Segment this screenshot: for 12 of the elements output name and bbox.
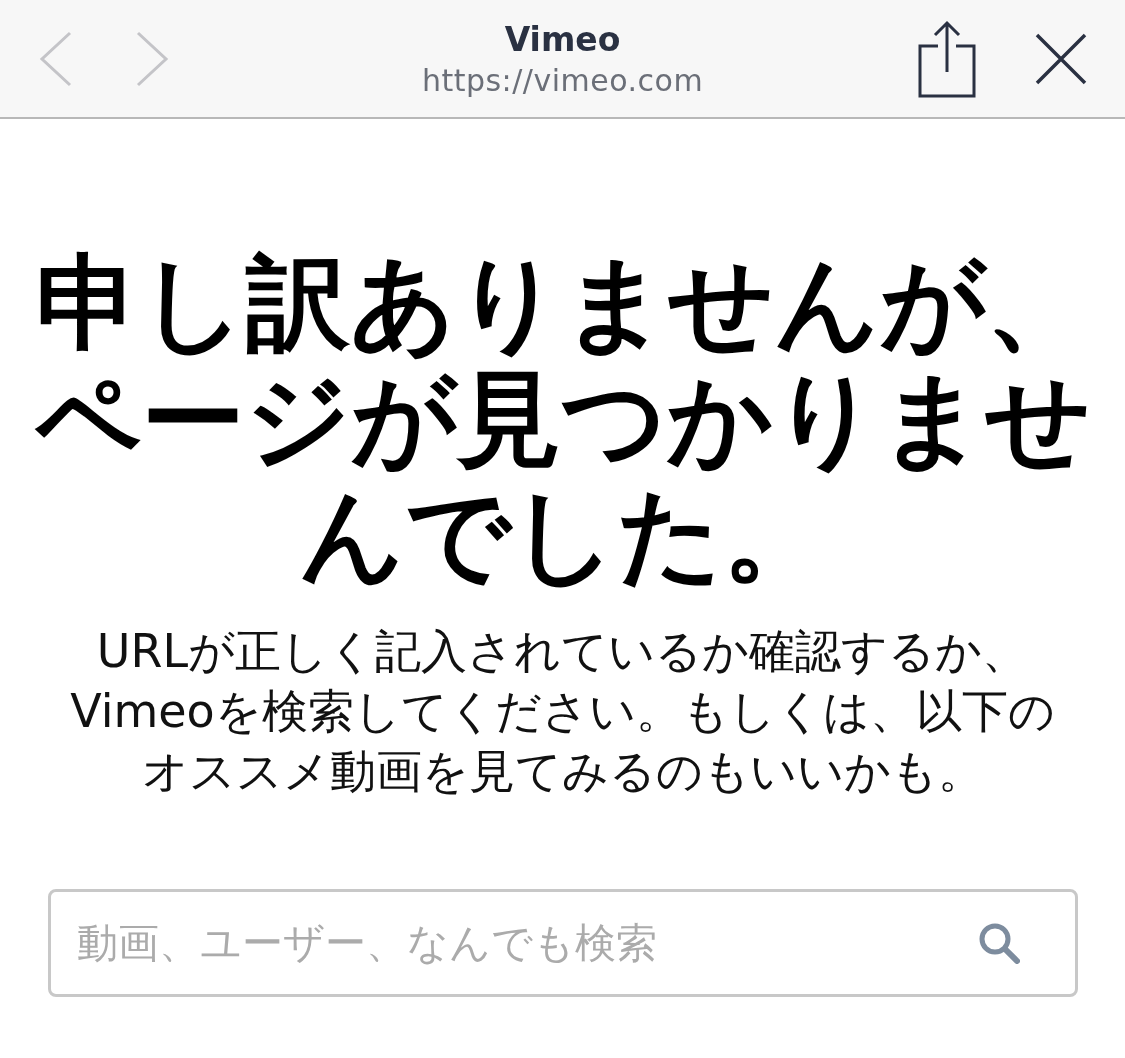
- chevron-left-icon: [38, 29, 74, 88]
- chevron-right-icon: [134, 29, 170, 88]
- page-url: https://vimeo.com: [421, 62, 704, 98]
- close-button[interactable]: [1035, 32, 1087, 85]
- close-icon: [1035, 32, 1087, 85]
- error-headline: 申し訳ありませんが、ページが見つかりませんでした。: [33, 245, 1092, 593]
- search-field[interactable]: 動画、ユーザー、なんでも検索: [47, 889, 1078, 997]
- share-button[interactable]: [917, 19, 977, 98]
- search-icon: [977, 922, 1020, 964]
- share-icon: [917, 19, 977, 98]
- error-message: URLが正しく記入されているか確認するか、Vimeoを検索してください。もしくは、以下のオススメ動画を見てみるのもいいかも。: [69, 623, 1056, 800]
- page-title: Vimeo: [504, 19, 621, 59]
